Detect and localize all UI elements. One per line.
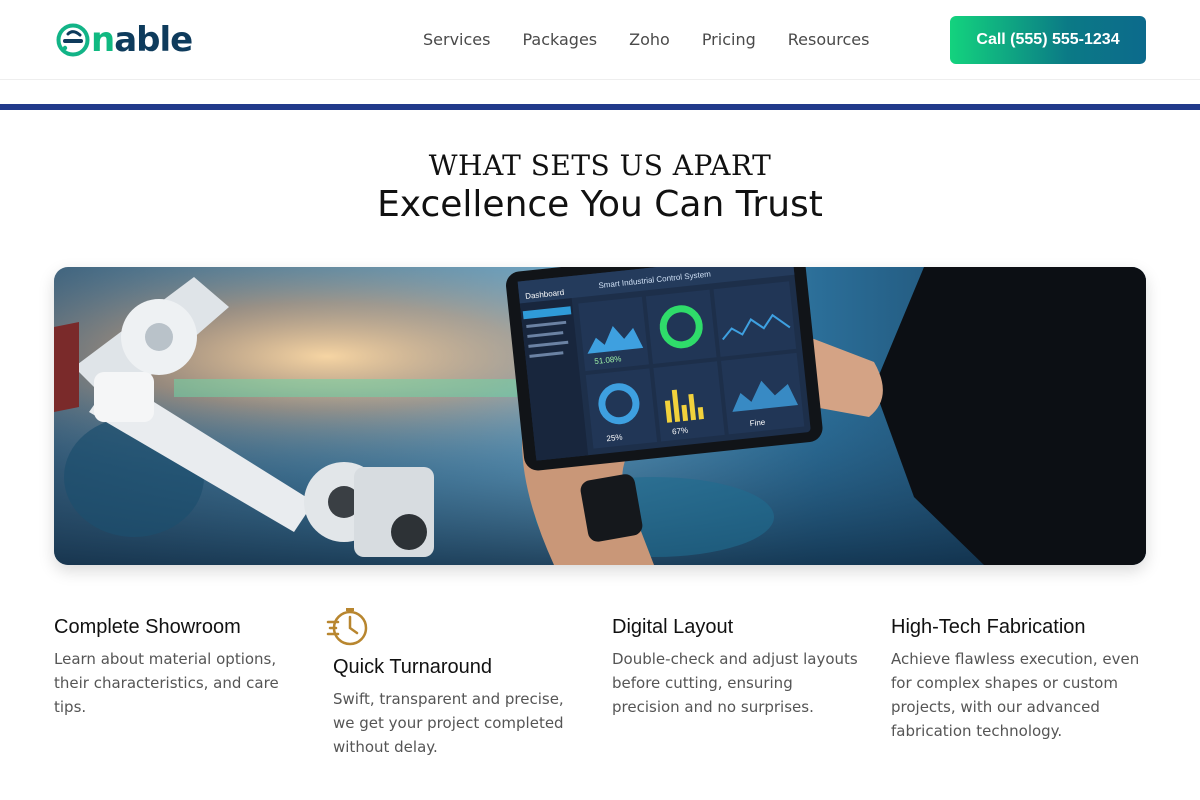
feature-digital-layout: Digital Layout Double-check and adjust l… <box>612 615 862 719</box>
feature-text: Double-check and adjust layouts before c… <box>612 650 858 716</box>
hero-image: Smart Industrial Control System Dashboar… <box>54 267 1146 565</box>
nav-resources[interactable]: Resources <box>788 28 870 52</box>
feature-title: Complete Showroom <box>54 616 241 638</box>
section-eyebrow: WHAT SETS US APART <box>428 149 772 182</box>
tablet-dashboard: Smart Industrial Control System Dashboar… <box>506 267 823 471</box>
enable-logo[interactable]: nable <box>56 20 193 60</box>
feature-title: Quick Turnaround <box>333 656 492 678</box>
section-title: Excellence You Can Trust <box>377 184 823 225</box>
nav-services[interactable]: Services <box>423 28 490 52</box>
feature-text: Learn about material options, their char… <box>54 650 279 716</box>
tablet-metric-2: 25% <box>606 433 623 444</box>
nav-pricing[interactable]: Pricing <box>702 28 756 52</box>
logo-wordmark: nable <box>91 20 193 60</box>
tablet-metric-4: Fine <box>749 418 766 429</box>
tablet-metric-3: 67% <box>672 426 689 437</box>
feature-title: Digital Layout <box>612 616 734 638</box>
feature-text: Achieve flawless execution, even for com… <box>891 650 1140 740</box>
feature-high-tech-fabrication: High-Tech Fabrication Achieve flawless e… <box>891 615 1141 743</box>
main-nav: Services Packages Zoho Pricing Resources <box>423 28 901 52</box>
logo-e-icon <box>56 23 90 57</box>
hero-illustration: Smart Industrial Control System Dashboar… <box>54 267 1146 565</box>
feature-title: High-Tech Fabrication <box>891 616 1086 638</box>
nav-packages[interactable]: Packages <box>522 28 597 52</box>
nav-zoho[interactable]: Zoho <box>629 28 670 52</box>
feature-quick-turnaround: Quick Turnaround Swift, transparent and … <box>333 655 583 759</box>
feature-text: Swift, transparent and precise, we get y… <box>333 690 564 756</box>
site-header: nable Services Packages Zoho Pricing Res… <box>0 0 1200 80</box>
call-button[interactable]: Call (555) 555-1234 <box>950 16 1146 64</box>
fast-clock-icon <box>326 608 368 646</box>
feature-complete-showroom: Complete Showroom Learn about material o… <box>54 615 304 719</box>
section-divider <box>0 104 1200 110</box>
